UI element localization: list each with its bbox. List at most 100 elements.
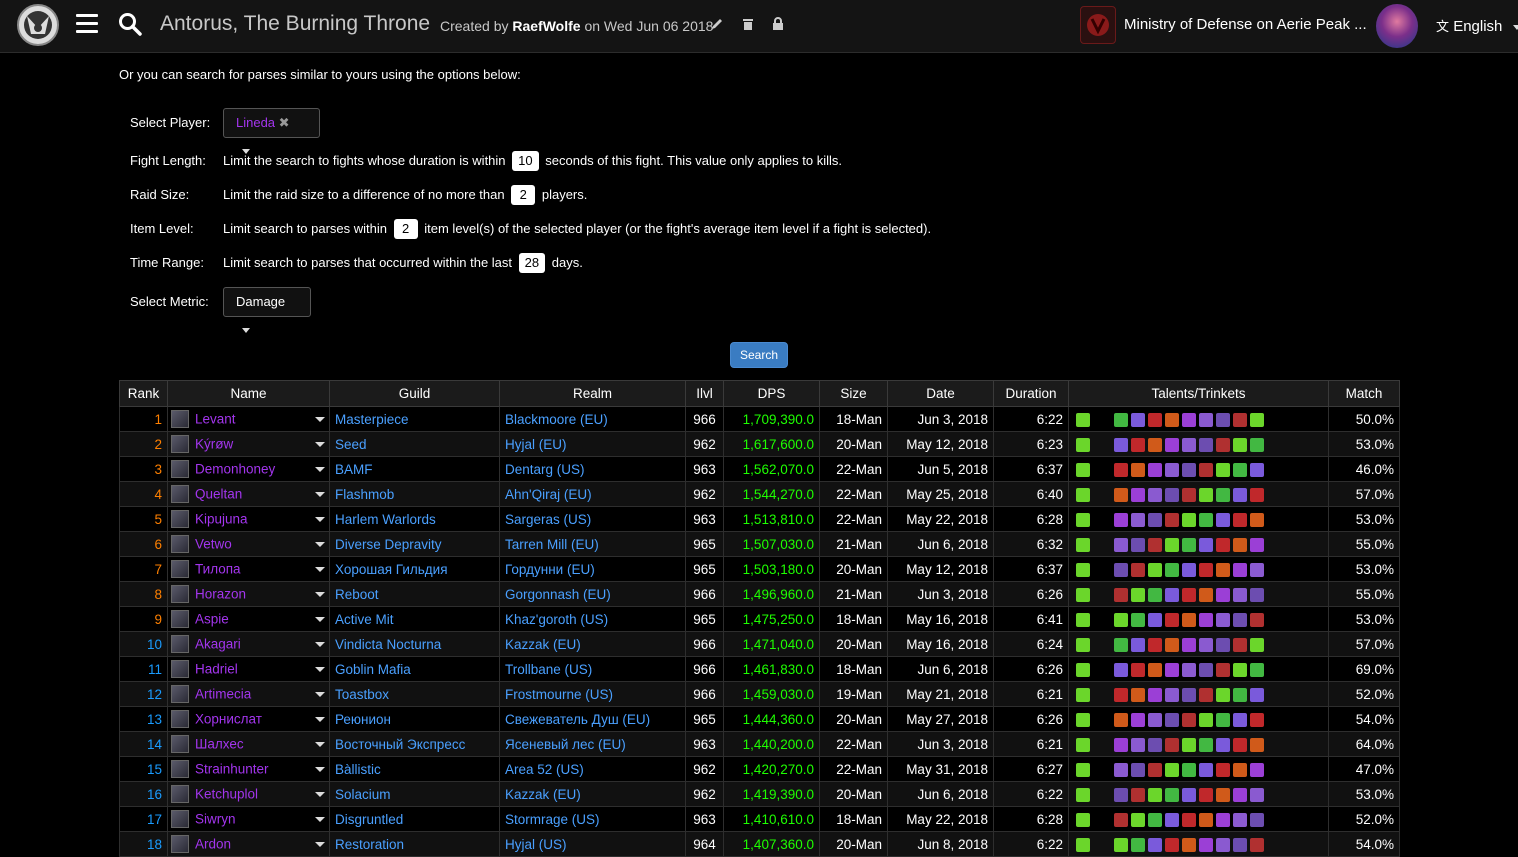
chevron-down-icon[interactable]: [315, 467, 325, 472]
guild-link[interactable]: Flashmob: [329, 481, 500, 507]
column-header-duration[interactable]: Duration: [993, 380, 1069, 407]
trinket-icon[interactable]: [1131, 812, 1145, 827]
realm-link[interactable]: Свежеватель Душ (EU): [499, 706, 686, 732]
chevron-down-icon[interactable]: [315, 667, 325, 672]
realm-link[interactable]: Trollbane (US): [499, 656, 686, 682]
trinket-icon[interactable]: [1131, 612, 1145, 627]
trinket-icon[interactable]: [1199, 412, 1213, 427]
talent-icon[interactable]: [1076, 562, 1090, 577]
player-select[interactable]: Lineda ✖: [223, 108, 320, 155]
trinket-icon[interactable]: [1114, 562, 1128, 577]
trinket-icon[interactable]: [1114, 762, 1128, 777]
trinket-icon[interactable]: [1182, 712, 1196, 727]
trinket-icon[interactable]: [1233, 412, 1247, 427]
talent-icon[interactable]: [1076, 612, 1090, 627]
trinket-icon[interactable]: [1114, 787, 1128, 802]
edit-icon[interactable]: [710, 17, 724, 31]
trinket-icon[interactable]: [1216, 587, 1230, 602]
trinket-icon[interactable]: [1148, 787, 1162, 802]
trinket-icon[interactable]: [1182, 787, 1196, 802]
trinket-icon[interactable]: [1131, 712, 1145, 727]
trinket-icon[interactable]: [1233, 437, 1247, 452]
trinket-icon[interactable]: [1165, 662, 1179, 677]
trinket-icon[interactable]: [1114, 637, 1128, 652]
trinket-icon[interactable]: [1131, 662, 1145, 677]
column-header-name[interactable]: Name: [167, 380, 330, 407]
chevron-down-icon[interactable]: [315, 642, 325, 647]
talent-icon[interactable]: [1076, 787, 1090, 802]
trinket-icon[interactable]: [1182, 737, 1196, 752]
talent-icon[interactable]: [1076, 837, 1090, 852]
trinket-icon[interactable]: [1165, 462, 1179, 477]
column-header-realm[interactable]: Realm: [499, 380, 686, 407]
trinket-icon[interactable]: [1199, 487, 1213, 502]
trinket-icon[interactable]: [1250, 737, 1264, 752]
trinket-icon[interactable]: [1199, 637, 1213, 652]
trinket-icon[interactable]: [1165, 812, 1179, 827]
trinket-icon[interactable]: [1233, 562, 1247, 577]
trinket-icon[interactable]: [1199, 587, 1213, 602]
trinket-icon[interactable]: [1165, 537, 1179, 552]
trinket-icon[interactable]: [1216, 787, 1230, 802]
talent-icon[interactable]: [1076, 662, 1090, 677]
talent-icon[interactable]: [1076, 462, 1090, 477]
trinket-icon[interactable]: [1216, 662, 1230, 677]
chevron-down-icon[interactable]: [315, 692, 325, 697]
player-name-link[interactable]: Queltan: [195, 487, 242, 502]
trinket-icon[interactable]: [1114, 737, 1128, 752]
trinket-icon[interactable]: [1165, 787, 1179, 802]
column-header-match[interactable]: Match: [1328, 380, 1400, 407]
trinket-icon[interactable]: [1199, 512, 1213, 527]
trinket-icon[interactable]: [1199, 437, 1213, 452]
trinket-icon[interactable]: [1250, 587, 1264, 602]
trinket-icon[interactable]: [1216, 487, 1230, 502]
player-name-link[interactable]: Ardon: [195, 837, 231, 852]
trinket-icon[interactable]: [1233, 762, 1247, 777]
trinket-icon[interactable]: [1148, 562, 1162, 577]
player-name-link[interactable]: Тилопа: [195, 562, 241, 577]
raid-size-input[interactable]: 2: [511, 185, 536, 205]
guild-link[interactable]: Harlem Warlords: [329, 506, 500, 532]
trinket-icon[interactable]: [1233, 512, 1247, 527]
trinket-icon[interactable]: [1199, 562, 1213, 577]
column-header-guild[interactable]: Guild: [329, 380, 500, 407]
guild-link[interactable]: BAMF: [329, 456, 500, 482]
trinket-icon[interactable]: [1114, 662, 1128, 677]
realm-link[interactable]: Area 52 (US): [499, 756, 686, 782]
column-header-rank[interactable]: Rank: [119, 380, 168, 407]
trinket-icon[interactable]: [1148, 812, 1162, 827]
trinket-icon[interactable]: [1250, 712, 1264, 727]
guild-link[interactable]: Masterpiece: [329, 406, 500, 432]
trinket-icon[interactable]: [1148, 437, 1162, 452]
trinket-icon[interactable]: [1216, 687, 1230, 702]
trinket-icon[interactable]: [1114, 687, 1128, 702]
trinket-icon[interactable]: [1114, 437, 1128, 452]
trinket-icon[interactable]: [1216, 812, 1230, 827]
trinket-icon[interactable]: [1148, 712, 1162, 727]
site-logo[interactable]: [17, 4, 59, 46]
trinket-icon[interactable]: [1165, 637, 1179, 652]
trinket-icon[interactable]: [1114, 712, 1128, 727]
trinket-icon[interactable]: [1182, 437, 1196, 452]
trinket-icon[interactable]: [1182, 662, 1196, 677]
chevron-down-icon[interactable]: [315, 567, 325, 572]
trinket-icon[interactable]: [1148, 687, 1162, 702]
chevron-down-icon[interactable]: [315, 717, 325, 722]
trinket-icon[interactable]: [1165, 612, 1179, 627]
trinket-icon[interactable]: [1114, 412, 1128, 427]
talent-icon[interactable]: [1076, 412, 1090, 427]
language-selector[interactable]: 文 English: [1436, 16, 1518, 35]
realm-link[interactable]: Sargeras (US): [499, 506, 686, 532]
trinket-icon[interactable]: [1165, 712, 1179, 727]
trinket-icon[interactable]: [1114, 487, 1128, 502]
trinket-icon[interactable]: [1182, 412, 1196, 427]
guild-link[interactable]: Reboot: [329, 581, 500, 607]
trinket-icon[interactable]: [1131, 787, 1145, 802]
chevron-down-icon[interactable]: [315, 742, 325, 747]
realm-link[interactable]: Hyjal (EU): [499, 431, 686, 457]
trinket-icon[interactable]: [1182, 837, 1196, 852]
trinket-icon[interactable]: [1233, 737, 1247, 752]
trinket-icon[interactable]: [1233, 487, 1247, 502]
trinket-icon[interactable]: [1216, 412, 1230, 427]
trinket-icon[interactable]: [1233, 637, 1247, 652]
